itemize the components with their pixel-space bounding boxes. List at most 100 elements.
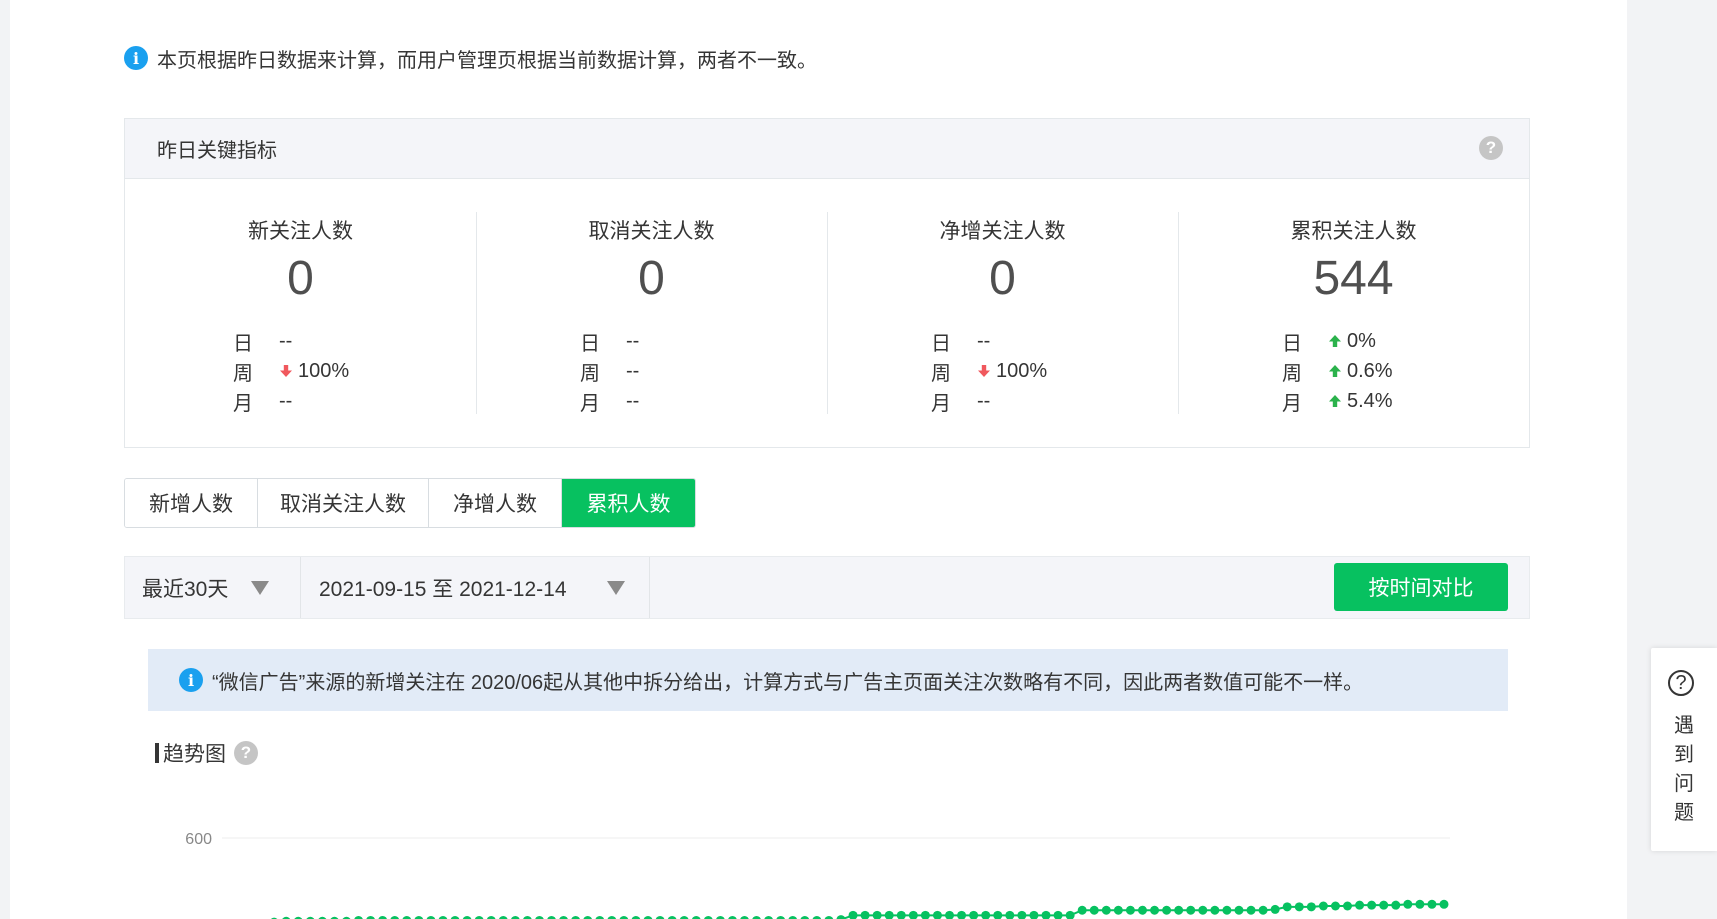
kpi-change-text: --: [279, 389, 293, 412]
data-point[interactable]: [1089, 905, 1099, 915]
data-point[interactable]: [1318, 901, 1328, 911]
data-point[interactable]: [932, 910, 942, 919]
data-point[interactable]: [1101, 905, 1111, 915]
filter-bar: 最近30天 2021-09-15 至 2021-12-14 按时间对比: [124, 556, 1530, 619]
data-point[interactable]: [872, 910, 882, 919]
data-point[interactable]: [1282, 902, 1292, 912]
data-point[interactable]: [1065, 910, 1075, 919]
kpi-change-row: 月 5.4%: [1282, 386, 1393, 416]
data-point[interactable]: [908, 910, 918, 919]
data-notice: i 本页根据昨日数据来计算，而用户管理页根据当前数据计算，两者不一致。: [124, 44, 817, 72]
arrow-up-icon: [1329, 395, 1341, 407]
data-point[interactable]: [1053, 910, 1063, 919]
data-point[interactable]: [1258, 905, 1268, 915]
data-point[interactable]: [1270, 904, 1280, 914]
data-point[interactable]: [1186, 905, 1196, 915]
kpi-change-row: 周 100%: [233, 356, 349, 386]
metric-tabs: 新增人数 取消关注人数 净增人数 累积人数: [124, 478, 696, 528]
data-point[interactable]: [1246, 905, 1256, 915]
date-range-picker[interactable]: 2021-09-15 至 2021-12-14: [301, 557, 650, 618]
kpi-change-text: 0.6%: [1347, 359, 1393, 382]
data-point[interactable]: [836, 915, 846, 919]
kpi-change-value: --: [977, 330, 990, 353]
data-point[interactable]: [1367, 900, 1377, 910]
kpi-change-value: 100%: [977, 360, 1047, 383]
data-point[interactable]: [1330, 901, 1340, 911]
kpi-column-value: 544: [1313, 252, 1394, 305]
kpi-change-value: --: [626, 330, 639, 353]
compare-by-time-button[interactable]: 按时间对比: [1334, 563, 1508, 611]
data-point[interactable]: [884, 910, 894, 919]
data-point[interactable]: [1439, 899, 1449, 909]
kpi-header: 昨日关键指标 ?: [125, 119, 1529, 179]
ad-source-notice: i “微信广告”来源的新增关注在 2020/06起从其他中拆分给出，计算方式与广…: [148, 649, 1508, 711]
kpi-change-row: 月 --: [931, 386, 1047, 416]
kpi-change-text: 0%: [1347, 329, 1376, 352]
period-select-value: 最近30天: [142, 577, 229, 601]
data-point[interactable]: [1017, 910, 1027, 919]
kpi-column-title: 累积关注人数: [1290, 220, 1417, 243]
kpi-change-label: 周: [931, 362, 951, 385]
data-point[interactable]: [1174, 905, 1184, 915]
data-point[interactable]: [1427, 899, 1437, 909]
data-point[interactable]: [1343, 901, 1353, 911]
tab-1[interactable]: 取消关注人数: [258, 479, 429, 527]
kpi-change-list: 日 0% 周 0.6% 月 5.4%: [1282, 326, 1393, 416]
data-point[interactable]: [993, 910, 1003, 919]
data-point[interactable]: [1294, 902, 1304, 912]
kpi-change-list: 日 -- 周 -- 月 --: [580, 326, 639, 416]
kpi-change-label: 日: [580, 332, 600, 355]
data-point[interactable]: [969, 910, 979, 919]
tab-2[interactable]: 净增人数: [429, 479, 562, 527]
data-point[interactable]: [1005, 910, 1015, 919]
data-point[interactable]: [1041, 910, 1051, 919]
data-point[interactable]: [1391, 900, 1401, 910]
data-point[interactable]: [1403, 899, 1413, 909]
data-point[interactable]: [1379, 900, 1389, 910]
data-point[interactable]: [1222, 905, 1232, 915]
data-point[interactable]: [1198, 905, 1208, 915]
data-point[interactable]: [945, 910, 955, 919]
kpi-change-row: 周 100%: [931, 356, 1047, 386]
kpi-change-value: --: [626, 360, 639, 383]
y-tick-label: 600: [185, 831, 212, 848]
data-point[interactable]: [1029, 910, 1039, 919]
trend-chart-svg: 600: [185, 831, 1450, 919]
data-point[interactable]: [1125, 905, 1135, 915]
data-point[interactable]: [920, 910, 930, 919]
data-point[interactable]: [981, 910, 991, 919]
data-point[interactable]: [860, 910, 870, 919]
help-float-button[interactable]: ? 遇到问题: [1651, 648, 1717, 851]
kpi-columns: 新关注人数 0 日 -- 周 100% 月 -- 取消关注人数 0 日 -- 周 -- 月 -- 净增关注人数 0…: [125, 179, 1529, 449]
period-select[interactable]: 最近30天: [125, 557, 301, 618]
data-point[interactable]: [896, 910, 906, 919]
data-point[interactable]: [1150, 905, 1160, 915]
data-point[interactable]: [957, 910, 967, 919]
kpi-change-label: 周: [1282, 362, 1302, 385]
data-point[interactable]: [1137, 905, 1147, 915]
help-icon[interactable]: ?: [234, 741, 258, 765]
help-float-label: 遇到问题: [1674, 715, 1694, 824]
data-point[interactable]: [1306, 902, 1316, 912]
data-point[interactable]: [848, 910, 858, 919]
kpi-change-label: 周: [580, 362, 600, 385]
tab-3[interactable]: 累积人数: [562, 479, 695, 527]
data-point[interactable]: [1162, 905, 1172, 915]
arrow-up-icon: [1329, 365, 1341, 377]
help-icon[interactable]: ?: [1479, 136, 1503, 160]
data-point[interactable]: [1113, 905, 1123, 915]
data-point[interactable]: [1355, 900, 1365, 910]
data-point[interactable]: [1234, 905, 1244, 915]
kpi-change-label: 日: [233, 332, 253, 355]
data-point[interactable]: [1415, 899, 1425, 909]
kpi-column: 净增关注人数 0 日 -- 周 100% 月 --: [827, 179, 1178, 449]
kpi-change-list: 日 -- 周 100% 月 --: [931, 326, 1047, 416]
kpi-change-text: 100%: [298, 359, 350, 382]
kpi-change-label: 月: [1282, 392, 1302, 415]
data-point[interactable]: [1077, 905, 1087, 915]
kpi-panel: 昨日关键指标 ? 新关注人数 0 日 -- 周 100% 月 -- 取消关注人数 0 日 -- 周 -- 月…: [124, 118, 1530, 448]
data-point[interactable]: [1210, 905, 1220, 915]
kpi-change-text: --: [977, 389, 991, 412]
arrow-down-icon: [280, 365, 292, 377]
tab-0[interactable]: 新增人数: [125, 479, 258, 527]
